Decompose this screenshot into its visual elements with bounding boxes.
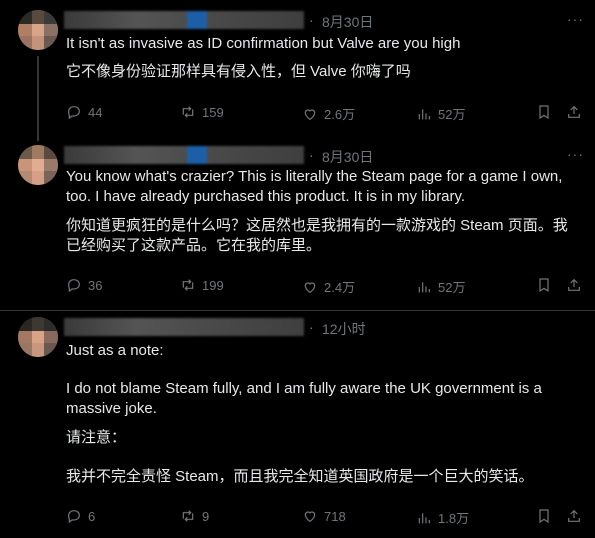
post-text-en-note: Just as a note:: [66, 342, 164, 359]
more-options-icon[interactable]: ···: [567, 12, 583, 30]
views-button[interactable]: 1.8万: [416, 508, 469, 527]
views-button[interactable]: 52万: [416, 104, 465, 123]
post-text-en: I do not blame Steam fully, and I am ful…: [66, 380, 546, 417]
post-timestamp[interactable]: 8月30日: [322, 12, 373, 32]
bookmark-button[interactable]: [536, 104, 558, 120]
action-bar: 44 159 2.6万 52万: [66, 104, 581, 124]
like-button[interactable]: 2.6万: [302, 104, 355, 123]
share-icon: [568, 278, 580, 291]
post-text-zh-note: 请注意：: [66, 429, 127, 446]
reply-icon: [68, 106, 80, 120]
repost-count: 159: [202, 104, 224, 120]
bookmark-icon: [539, 105, 549, 120]
reply-count: 6: [88, 508, 96, 524]
reply-count: 44: [88, 104, 103, 120]
views-count: 52万: [438, 107, 466, 122]
post-timestamp[interactable]: 8月30日: [322, 147, 373, 167]
share-button[interactable]: [566, 277, 588, 293]
views-chart-icon: [418, 108, 430, 119]
heart-icon: [304, 511, 316, 523]
views-count: 52万: [438, 280, 466, 295]
repost-count: 199: [202, 277, 224, 293]
bookmark-icon: [539, 278, 549, 293]
avatar[interactable]: [18, 317, 58, 357]
reply-count: 36: [88, 277, 103, 293]
repost-icon: [182, 106, 194, 118]
reply-button[interactable]: 44: [66, 104, 102, 120]
post-text-en: It isn't as invasive as ID confirmation …: [66, 35, 461, 52]
bookmark-button[interactable]: [536, 508, 558, 524]
blurred-username[interactable]: [64, 146, 304, 164]
reply-post-1[interactable]: · 8月30日 ··· It isn't as invasive as ID c…: [0, 0, 595, 141]
share-icon: [568, 509, 580, 522]
action-bar: 6 9 718 1.8万: [66, 508, 581, 528]
reply-post-2[interactable]: · 8月30日 ··· You know what's crazier? Thi…: [0, 141, 595, 310]
share-button[interactable]: [566, 104, 588, 120]
avatar[interactable]: [18, 10, 58, 50]
avatar[interactable]: [18, 145, 58, 185]
post-text-zh: 它不像身份验证那样具有侵入性，但 Valve 你嗨了吗: [66, 63, 411, 80]
views-count: 1.8万: [438, 511, 470, 526]
heart-icon: [304, 108, 316, 120]
views-chart-icon: [418, 512, 430, 523]
bookmark-icon: [539, 509, 549, 524]
views-chart-icon: [418, 281, 430, 292]
reply-post-3[interactable]: · 12小时 Just as a note: I do not blame St…: [0, 311, 595, 538]
reply-icon: [68, 279, 80, 293]
share-icon: [568, 105, 580, 118]
like-button[interactable]: 2.4万: [302, 277, 355, 296]
dot-separator: ·: [309, 147, 314, 163]
reply-button[interactable]: 6: [66, 508, 95, 524]
repost-button[interactable]: 9: [180, 508, 209, 524]
like-button[interactable]: 718: [302, 508, 346, 524]
share-button[interactable]: [566, 508, 588, 524]
reply-button[interactable]: 36: [66, 277, 102, 293]
bookmark-button[interactable]: [536, 277, 558, 293]
post-timestamp[interactable]: 12小时: [322, 319, 366, 339]
action-bar: 36 199 2.4万 52万: [66, 277, 581, 297]
dot-separator: ·: [309, 12, 314, 28]
repost-button[interactable]: 199: [180, 277, 224, 293]
dot-separator: ·: [309, 319, 314, 335]
blurred-username[interactable]: [64, 11, 304, 29]
post-text-zh: 我并不完全责怪 Steam，而且我完全知道英国政府是一个巨大的笑话。: [66, 468, 534, 485]
like-count: 718: [324, 508, 346, 524]
blurred-username[interactable]: [64, 318, 304, 336]
views-button[interactable]: 52万: [416, 277, 465, 296]
more-options-icon[interactable]: ···: [567, 147, 583, 165]
repost-icon: [182, 279, 194, 291]
like-count: 2.4万: [324, 280, 356, 295]
repost-button[interactable]: 159: [180, 104, 224, 120]
heart-icon: [304, 281, 316, 293]
post-text-zh: 你知道更疯狂的是什么吗？这居然也是我拥有的一款游戏的 Steam 页面。我已经购…: [66, 217, 568, 254]
like-count: 2.6万: [324, 107, 356, 122]
reply-icon: [68, 510, 80, 524]
repost-icon: [182, 510, 194, 522]
post-text-en: You know what's crazier? This is literal…: [66, 168, 567, 205]
repost-count: 9: [202, 508, 210, 524]
